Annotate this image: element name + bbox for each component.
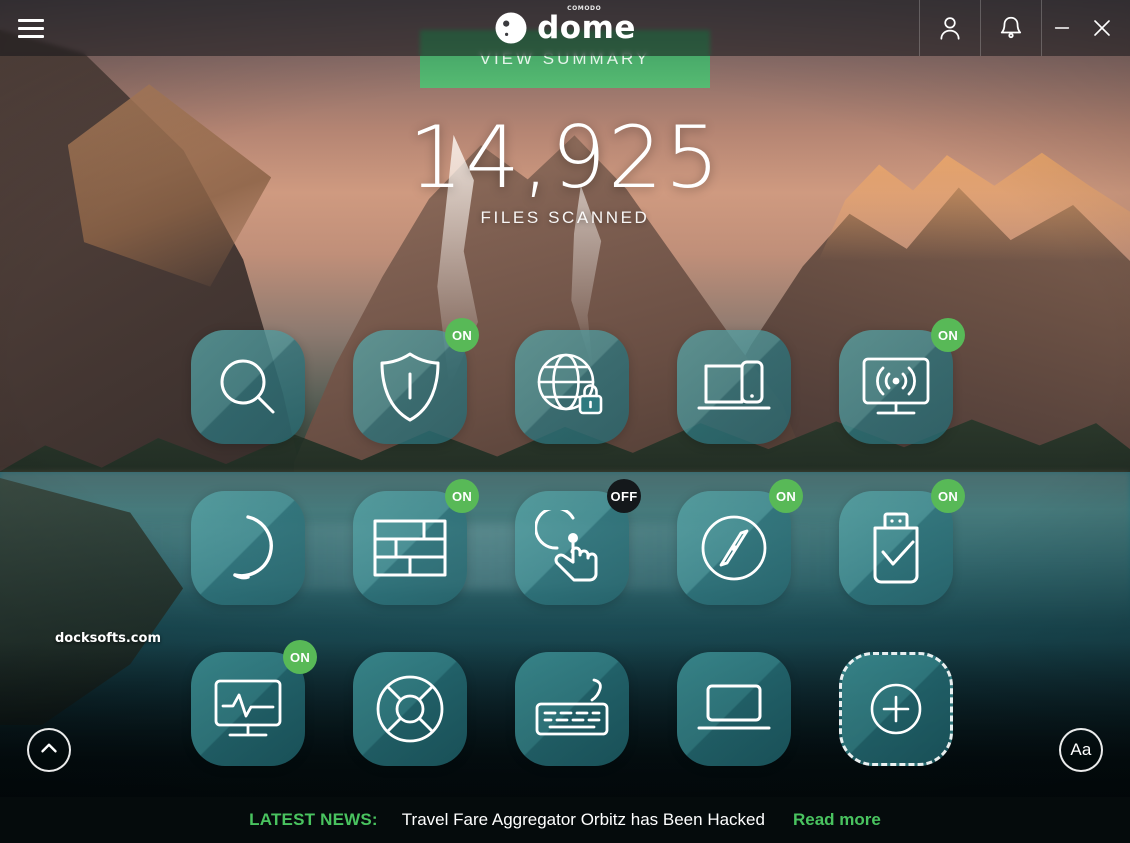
logo-superscript: COMODO — [567, 4, 602, 12]
scroll-up-button[interactable] — [27, 728, 71, 772]
laptop-phone-icon — [694, 356, 774, 418]
magnifier-search-icon — [210, 349, 286, 425]
user-account-icon[interactable] — [920, 0, 980, 56]
application-window: VIEW SUMMARY 14,925 FILES SCANNED COMODO… — [0, 0, 1130, 843]
headset-ring-icon — [213, 511, 283, 585]
tile-device-manager[interactable] — [677, 330, 791, 444]
tile-secure-dns[interactable] — [515, 330, 629, 444]
tile-touch-control[interactable]: OFF — [515, 479, 641, 605]
app-tile-grid: ON ON ON OFF ON ON ON — [191, 318, 965, 766]
news-ticker: LATEST NEWS: Travel Fare Aggregator Orbi… — [0, 797, 1130, 843]
tile-usb-protection[interactable]: ON — [839, 479, 965, 605]
status-badge: OFF — [607, 479, 641, 513]
app-title-text: dome — [537, 9, 636, 46]
read-more-link[interactable]: Read more — [793, 810, 881, 830]
hamburger-menu-icon[interactable] — [3, 0, 59, 56]
watermark: docksofts.com — [55, 631, 161, 646]
tile-secure-wifi[interactable]: ON — [839, 318, 965, 444]
status-badge: ON — [931, 479, 965, 513]
tile-antivirus[interactable]: ON — [353, 318, 479, 444]
status-badge: ON — [445, 318, 479, 352]
news-label: LATEST NEWS: — [249, 810, 378, 829]
dome-logo-icon — [494, 11, 528, 45]
title-bar: COMODO dome — [0, 0, 1130, 56]
minimize-button[interactable] — [1042, 0, 1082, 56]
status-badge: ON — [445, 479, 479, 513]
globe-lock-icon — [532, 348, 612, 426]
monitor-pulse-icon — [210, 676, 286, 742]
text-size-button[interactable]: Aa — [1059, 728, 1103, 772]
tile-scan[interactable] — [191, 330, 305, 444]
tile-secure-browser[interactable]: ON — [677, 479, 803, 605]
laptop-icon — [695, 680, 773, 738]
brick-wall-firewall-icon — [372, 518, 448, 578]
keyboard-icon — [532, 674, 612, 744]
text-size-label: Aa — [1070, 740, 1092, 759]
title-bar-actions — [919, 0, 1130, 56]
tile-virtual-keyboard[interactable] — [515, 652, 629, 766]
plus-circle-icon — [869, 682, 923, 736]
tile-virtual-desktop[interactable] — [677, 652, 791, 766]
compass-browser-icon — [697, 511, 771, 585]
tile-help-support[interactable] — [353, 652, 467, 766]
tile-headset-support[interactable] — [191, 491, 305, 605]
touch-finger-icon — [535, 510, 609, 586]
tile-add-app[interactable] — [839, 652, 953, 766]
status-badge: ON — [931, 318, 965, 352]
app-title: COMODO dome — [537, 5, 636, 46]
shield-security-icon — [376, 350, 444, 424]
lifebuoy-support-icon — [372, 671, 448, 747]
status-badge: ON — [283, 640, 317, 674]
status-badge: ON — [769, 479, 803, 513]
news-headline: Travel Fare Aggregator Orbitz has Been H… — [401, 810, 765, 829]
chevron-up-icon — [36, 735, 62, 766]
usb-check-icon — [865, 510, 927, 586]
tile-system-monitor[interactable]: ON — [191, 640, 317, 766]
close-button[interactable] — [1082, 0, 1122, 56]
tile-firewall[interactable]: ON — [353, 479, 479, 605]
bell-notification-icon[interactable] — [981, 0, 1041, 56]
monitor-wifi-icon — [858, 354, 934, 420]
